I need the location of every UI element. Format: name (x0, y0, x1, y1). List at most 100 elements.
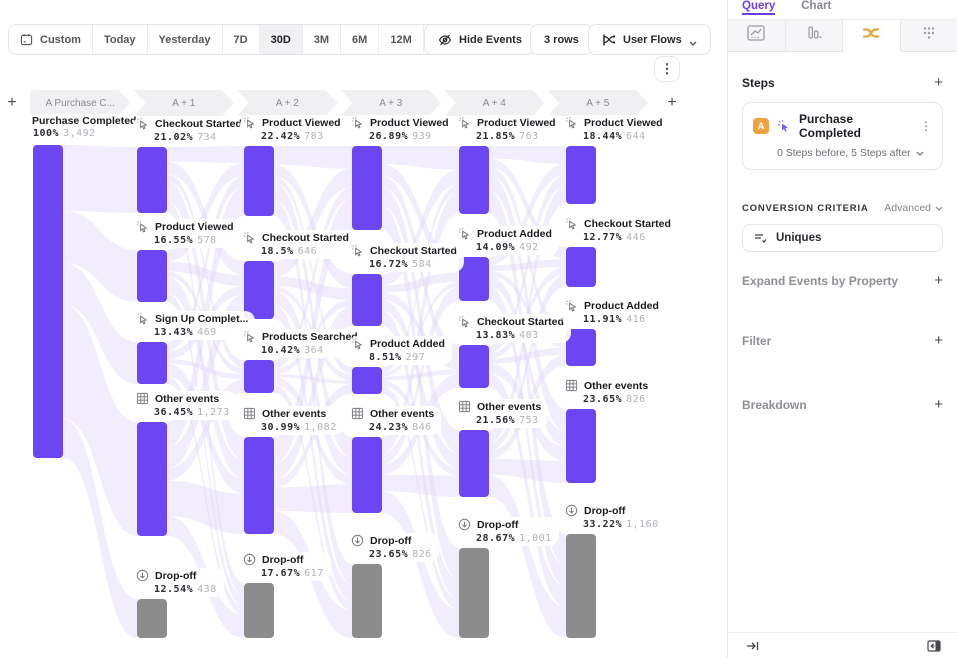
node-label[interactable]: Drop-off23.65%826 (348, 533, 439, 562)
add-column-left-button[interactable]: + (2, 93, 22, 113)
event-node-2[interactable] (244, 146, 274, 216)
event-node-1[interactable] (137, 147, 167, 213)
column-header-4[interactable]: A + 4 (444, 90, 545, 116)
sidebar-footer (728, 632, 957, 658)
step-card[interactable]: A Purchase Completed ⋮ 0 Steps before, 5… (742, 102, 943, 170)
other-events-grid-icon (565, 379, 579, 393)
autocapture-cursor-icon (136, 312, 150, 326)
event-node-4[interactable] (459, 146, 489, 214)
node-event-name: Checkout Started (477, 316, 564, 328)
node-percent: 23.65% (369, 549, 408, 560)
node-label[interactable]: Drop-off28.67%1,001 (455, 517, 559, 546)
node-count: 1,001 (519, 533, 552, 544)
section-add-button[interactable]: + (934, 274, 943, 288)
node-label[interactable]: Product Added14.09%492 (455, 226, 559, 255)
node-label[interactable]: Checkout Started21.02%734 (133, 116, 249, 145)
event-node-0[interactable] (33, 145, 63, 458)
event-node-5[interactable] (566, 247, 596, 287)
event-node-2[interactable] (244, 261, 274, 319)
other-events-grid-icon (243, 407, 257, 421)
node-count: 3,492 (63, 128, 96, 139)
node-label[interactable]: Product Viewed21.85%763 (455, 115, 563, 144)
event-node-5[interactable] (566, 146, 596, 204)
dropoff-node-1[interactable] (137, 599, 167, 638)
section-add-button[interactable]: + (934, 334, 943, 348)
event-node-1[interactable] (137, 250, 167, 302)
node-label[interactable]: Product Viewed16.55%578 (133, 219, 241, 248)
section-label: Expand Events by Property (742, 274, 898, 288)
node-label[interactable]: Checkout Started12.77%446 (562, 216, 678, 245)
dropoff-node-2[interactable] (244, 583, 274, 638)
event-node-1[interactable] (137, 342, 167, 384)
section-filter[interactable]: Filter+ (742, 334, 943, 348)
node-count: 826 (626, 394, 646, 405)
step-range-toggle[interactable]: 0 Steps before, 5 Steps after (777, 147, 932, 159)
column-header-2[interactable]: A + 2 (237, 90, 338, 116)
node-label[interactable]: Drop-off12.54%438 (133, 568, 224, 597)
node-label[interactable]: Checkout Started16.72%584 (348, 243, 464, 272)
event-node-3[interactable] (352, 274, 382, 326)
section-expand-events-by-property[interactable]: Expand Events by Property + (742, 274, 943, 288)
node-percent: 11.91% (583, 314, 622, 325)
node-label[interactable]: Drop-off17.67%617 (240, 552, 331, 581)
advanced-dropdown[interactable]: Advanced (884, 202, 943, 214)
step-kebab-button[interactable]: ⋮ (920, 119, 932, 133)
node-count: 492 (519, 242, 539, 253)
node-label[interactable]: Other events36.45%1,273 (133, 391, 237, 420)
event-node-5[interactable] (566, 409, 596, 483)
event-node-3[interactable] (352, 437, 382, 513)
collapse-panel-icon[interactable] (746, 640, 760, 652)
dock-panel-icon[interactable] (927, 640, 941, 652)
event-node-4[interactable] (459, 430, 489, 497)
node-label[interactable]: Product Viewed26.89%939 (348, 115, 456, 144)
node-label[interactable]: Checkout Started18.5%646 (240, 230, 356, 259)
dropoff-node-4[interactable] (459, 548, 489, 638)
node-event-name: Other events (262, 408, 326, 420)
event-node-4[interactable] (459, 345, 489, 388)
column-header-0[interactable]: A Purchase C... (30, 90, 131, 116)
node-label[interactable]: Checkout Started13.83%483 (455, 314, 571, 343)
add-step-button[interactable]: + (934, 76, 943, 90)
event-node-3[interactable] (352, 367, 382, 394)
autocapture-cursor-icon (243, 231, 257, 245)
node-label[interactable]: Product Viewed18.44%644 (562, 115, 670, 144)
section-breakdown[interactable]: Breakdown+ (742, 398, 943, 412)
dropoff-node-3[interactable] (352, 564, 382, 638)
chart-type-flow-tab[interactable] (843, 20, 901, 52)
column-header-3[interactable]: A + 3 (341, 90, 442, 116)
counting-mode-select[interactable]: Uniques (742, 224, 943, 252)
event-node-2[interactable] (244, 437, 274, 534)
node-label[interactable]: Drop-off33.22%1,160 (562, 503, 666, 532)
node-label[interactable]: Product Added8.51%297 (348, 336, 452, 365)
node-label[interactable]: Other events24.23%846 (348, 406, 441, 435)
query-sidebar: Query Chart (727, 0, 957, 658)
node-label[interactable]: Products Searched10.42%364 (240, 329, 365, 358)
event-node-3[interactable] (352, 146, 382, 230)
event-node-1[interactable] (137, 422, 167, 536)
node-label[interactable]: Purchase Completed100%3,492 (29, 114, 143, 141)
node-count: 646 (298, 246, 318, 257)
node-event-name: Products Searched (262, 331, 358, 343)
column-header-5[interactable]: A + 5 (548, 90, 649, 116)
node-label[interactable]: Other events30.99%1,082 (240, 406, 344, 435)
add-column-right-button[interactable]: + (662, 93, 682, 113)
chart-type-bar-tab[interactable] (786, 20, 844, 51)
section-add-button[interactable]: + (934, 398, 943, 412)
chart-type-line-tab[interactable] (728, 20, 786, 51)
tab-chart[interactable]: Chart (801, 0, 831, 15)
node-event-name: Purchase Completed (32, 115, 136, 127)
tab-query[interactable]: Query (742, 0, 775, 15)
node-label[interactable]: Other events23.65%826 (562, 378, 655, 407)
event-node-2[interactable] (244, 360, 274, 393)
node-label[interactable]: Product Viewed22.42%783 (240, 115, 348, 144)
node-label[interactable]: Sign Up Complet...13.43%469 (133, 311, 255, 340)
dropoff-node-5[interactable] (566, 534, 596, 638)
node-percent: 33.22% (583, 519, 622, 530)
node-label[interactable]: Other events21.56%753 (455, 399, 548, 428)
node-label[interactable]: Product Added11.91%416 (562, 298, 666, 327)
column-header-1[interactable]: A + 1 (134, 90, 235, 116)
chart-type-more-tab[interactable] (901, 20, 957, 51)
node-event-name: Checkout Started (370, 245, 457, 257)
node-event-name: Product Viewed (584, 117, 663, 129)
flow-ribbon (489, 146, 566, 164)
